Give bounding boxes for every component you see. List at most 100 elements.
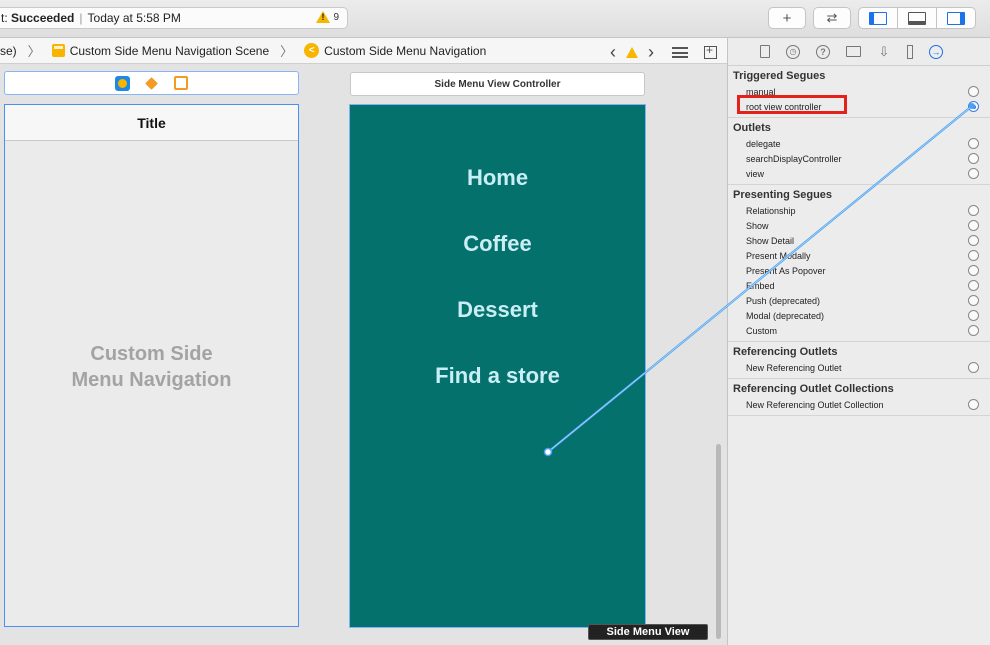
connection-circle[interactable]: [968, 86, 979, 97]
breadcrumb-item-controller[interactable]: Custom Side Menu Navigation: [324, 44, 486, 58]
left-panel-icon: [869, 11, 887, 25]
add-editor-icon[interactable]: [704, 43, 717, 59]
exit-icon[interactable]: [173, 76, 188, 91]
list-item: Present Modally: [728, 248, 990, 263]
connection-circle[interactable]: [968, 168, 979, 179]
warning-indicator[interactable]: 9: [316, 11, 339, 23]
list-item: Show: [728, 218, 990, 233]
connection-circle[interactable]: [968, 310, 979, 321]
navigation-view-controller[interactable]: Title Custom Side Menu Navigation: [4, 104, 299, 627]
list-item: New Referencing Outlet: [728, 360, 990, 375]
size-inspector-icon[interactable]: [907, 44, 913, 59]
help-inspector-icon[interactable]: ?: [816, 44, 830, 59]
presenting-segues-section: Presenting Segues Relationship Show Show…: [728, 185, 990, 342]
identity-inspector-icon[interactable]: [846, 46, 861, 57]
menu-item-coffee[interactable]: Coffee: [350, 231, 645, 257]
window-toolbar: t: Succeeded | Today at 5:58 PM 9 + ⇄: [0, 0, 990, 38]
connection-label: New Referencing Outlet: [746, 362, 842, 373]
code-review-button[interactable]: ⇄: [813, 7, 851, 29]
connection-circle[interactable]: [968, 325, 979, 336]
breadcrumb-item-base[interactable]: se): [0, 44, 17, 58]
connection-circle[interactable]: [968, 265, 979, 276]
scene-dock: [4, 71, 299, 95]
list-item: delegate: [728, 136, 990, 151]
chevron-right-icon: 〉: [280, 44, 294, 59]
view-controller-icon[interactable]: [115, 75, 130, 91]
jump-bar: se) 〉 Custom Side Menu Navigation Scene …: [0, 38, 727, 64]
connection-circle[interactable]: [968, 295, 979, 306]
chevron-right-icon: 〉: [27, 44, 41, 59]
outlets-section: Outlets delegate searchDisplayController…: [728, 118, 990, 185]
connection-circle[interactable]: [968, 138, 979, 149]
breadcrumb-item-scene[interactable]: Custom Side Menu Navigation Scene: [70, 44, 269, 58]
triggered-segues-section: Triggered Segues manual root view contro…: [728, 66, 990, 118]
file-inspector-icon[interactable]: [760, 45, 770, 58]
inspector-tabs: ◷ ? ⇩ →: [728, 38, 990, 66]
connection-circle[interactable]: [968, 153, 979, 164]
connections-inspector-icon[interactable]: →: [929, 44, 943, 59]
list-item: root view controller: [728, 95, 990, 114]
referencing-collections-section: Referencing Outlet Collections New Refer…: [728, 379, 990, 416]
list-item: Relationship: [728, 203, 990, 218]
navigation-bar[interactable]: Title: [5, 105, 298, 141]
navigator-toggle-button[interactable]: [859, 8, 898, 28]
library-button[interactable]: +: [768, 7, 806, 29]
side-menu-view-badge: Side Menu View: [588, 624, 708, 640]
scene-caption-line-1: Custom Side: [90, 343, 213, 365]
canvas-scrollbar[interactable]: [716, 444, 721, 639]
jump-bar-controls: ‹ ›: [610, 42, 717, 63]
build-time: Today at 5:58 PM: [87, 11, 181, 25]
connection-label: Modal (deprecated): [746, 310, 825, 321]
list-item: searchDisplayController: [728, 151, 990, 166]
menu-item-find-a-store[interactable]: Find a store: [350, 363, 645, 389]
inspector-toggle-button[interactable]: [937, 8, 975, 28]
list-item: Custom: [728, 323, 990, 338]
list-item: Show Detail: [728, 233, 990, 248]
status-prefix: t:: [1, 11, 8, 25]
storyboard-canvas[interactable]: Title Custom Side Menu Navigation Side M…: [0, 64, 727, 645]
connection-circle[interactable]: [968, 399, 979, 410]
menu-item-dessert[interactable]: Dessert: [350, 297, 645, 323]
connection-label: Present Modally: [746, 250, 811, 261]
connection-label: Embed: [746, 280, 775, 291]
connection-circle[interactable]: [968, 362, 979, 373]
connection-circle[interactable]: [968, 250, 979, 261]
view-controller-icon: <: [304, 43, 320, 58]
referencing-outlets-section: Referencing Outlets New Referencing Outl…: [728, 342, 990, 379]
forward-button[interactable]: ›: [648, 42, 654, 63]
connection-circle[interactable]: [968, 235, 979, 246]
side-menu-view[interactable]: Home Coffee Dessert Find a store: [349, 104, 646, 628]
connection-label: Push (deprecated): [746, 295, 821, 306]
side-menu-controller-header[interactable]: Side Menu View Controller: [350, 72, 645, 96]
scene-caption-line-2: Menu Navigation: [71, 369, 232, 391]
connection-circle-connected[interactable]: [968, 101, 979, 112]
build-status: Succeeded: [11, 11, 75, 25]
list-item: Embed: [728, 278, 990, 293]
first-responder-icon[interactable]: [144, 76, 159, 91]
connection-label: root view controller: [746, 101, 822, 112]
connection-label: Relationship: [746, 205, 796, 216]
swap-arrows-icon: ⇄: [826, 10, 838, 25]
attributes-inspector-icon[interactable]: ⇩: [877, 44, 891, 59]
side-menu-view-label: Side Menu View: [606, 626, 690, 638]
back-button[interactable]: ‹: [610, 42, 616, 63]
related-items-icon[interactable]: [672, 47, 688, 58]
connection-circle[interactable]: [968, 205, 979, 216]
debug-area-toggle-button[interactable]: [898, 8, 937, 28]
connection-label: Show: [746, 220, 769, 231]
connection-label: Show Detail: [746, 235, 795, 246]
section-title: Referencing Outlet Collections: [733, 383, 894, 395]
scene-icon: [51, 44, 65, 57]
connections-inspector: ◷ ? ⇩ → Triggered Segues manual root vie…: [727, 38, 990, 645]
list-item: Push (deprecated): [728, 293, 990, 308]
menu-item-home[interactable]: Home: [350, 165, 645, 191]
list-item: New Referencing Outlet Collection: [728, 397, 990, 412]
list-item: Modal (deprecated): [728, 308, 990, 323]
history-inspector-icon[interactable]: ◷: [786, 44, 800, 59]
list-item: Present As Popover: [728, 263, 990, 278]
scene-caption: Custom Side Menu Navigation: [5, 341, 298, 393]
connection-circle[interactable]: [968, 220, 979, 231]
bottom-panel-icon: [908, 11, 926, 25]
issue-icon[interactable]: [626, 47, 638, 58]
connection-circle[interactable]: [968, 280, 979, 291]
